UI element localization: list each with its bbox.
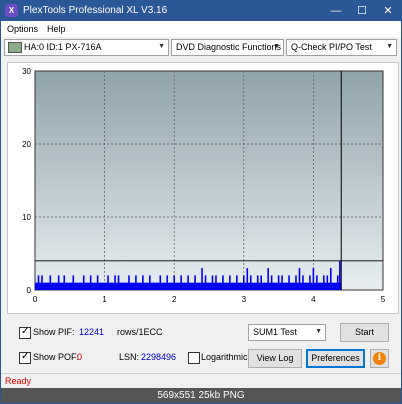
x-tick-label: 1 [102, 295, 107, 304]
show-pof-checkbox[interactable] [19, 351, 31, 364]
test-select-value: Q-Check PI/PO Test [291, 42, 372, 52]
chevron-down-icon: ▼ [158, 43, 165, 50]
toolbar: HA:0 ID:1 PX-716A ▼ DVD Diagnostic Funct… [1, 37, 401, 59]
menu-options[interactable]: Options [7, 24, 38, 34]
pif-unit: rows/1ECC [117, 327, 163, 337]
chevron-down-icon: ▼ [386, 43, 393, 50]
drive-select-value: HA:0 ID:1 PX-716A [24, 42, 102, 52]
x-tick-label: 3 [242, 295, 247, 304]
controls-panel: Show PIF: 12241 rows/1ECC SUM1 Test ▼ St… [1, 315, 401, 375]
start-button[interactable]: Start [340, 323, 389, 342]
drive-icon [8, 42, 22, 53]
info-button[interactable]: i [370, 349, 389, 368]
app-logo-icon: X [5, 4, 18, 17]
logarithmic-label: Logarithmic [201, 352, 248, 362]
pif-value: 12241 [79, 327, 105, 337]
menu-help[interactable]: Help [47, 24, 66, 34]
pof-value: 0 [77, 352, 83, 362]
function-select-value: DVD Diagnostic Functions [176, 42, 282, 52]
plot-area [34, 70, 384, 291]
pif-baseline [35, 282, 342, 290]
drive-select[interactable]: HA:0 ID:1 PX-716A ▼ [4, 39, 169, 56]
close-icon[interactable]: ✕ [375, 1, 401, 21]
x-tick-label: 5 [381, 295, 386, 304]
chart-panel: 0 1 2 3 4 5 0 10 20 30 [7, 62, 399, 314]
sum-test-select-value: SUM1 Test [253, 327, 297, 337]
minimize-icon[interactable]: — [323, 1, 349, 21]
function-select[interactable]: DVD Diagnostic Functions ▼ [171, 39, 284, 56]
chevron-down-icon: ▼ [315, 328, 322, 335]
chevron-down-icon: ▼ [273, 43, 280, 50]
show-pif-label: Show PIF: [33, 327, 75, 337]
test-select[interactable]: Q-Check PI/PO Test ▼ [286, 39, 397, 56]
y-tick-label: 20 [22, 140, 31, 149]
sum-test-select[interactable]: SUM1 Test ▼ [248, 324, 326, 341]
maximize-icon[interactable]: ☐ [349, 1, 375, 21]
image-info-footer: 569x551 25kb PNG [1, 388, 401, 403]
y-tick-label: 30 [22, 67, 31, 76]
preferences-button[interactable]: Preferences [306, 349, 365, 368]
app-window: X PlexTools Professional XL V3.16 — ☐ ✕ … [0, 0, 402, 404]
lsn-value: 2298496 [141, 352, 177, 362]
menu-bar: Options Help [1, 21, 401, 37]
show-pif-checkbox[interactable] [19, 326, 31, 339]
info-icon: i [373, 352, 386, 365]
view-log-button[interactable]: View Log [248, 349, 302, 368]
lsn-label: LSN: [119, 352, 140, 362]
y-tick-label: 10 [22, 213, 31, 222]
window-title: PlexTools Professional XL V3.16 [23, 5, 168, 16]
x-tick-label: 4 [311, 295, 316, 304]
title-bar[interactable]: X PlexTools Professional XL V3.16 — ☐ ✕ [1, 1, 401, 21]
pif-chart: 0 1 2 3 4 5 0 10 20 30 [22, 67, 386, 304]
show-pof-label: Show POF: [33, 352, 80, 362]
status-bar: Ready [1, 373, 401, 388]
status-text: Ready [5, 376, 32, 386]
x-tick-label: 2 [172, 295, 177, 304]
x-tick-label: 0 [33, 295, 38, 304]
y-tick-label: 0 [27, 286, 32, 295]
logarithmic-checkbox[interactable] [188, 352, 200, 364]
